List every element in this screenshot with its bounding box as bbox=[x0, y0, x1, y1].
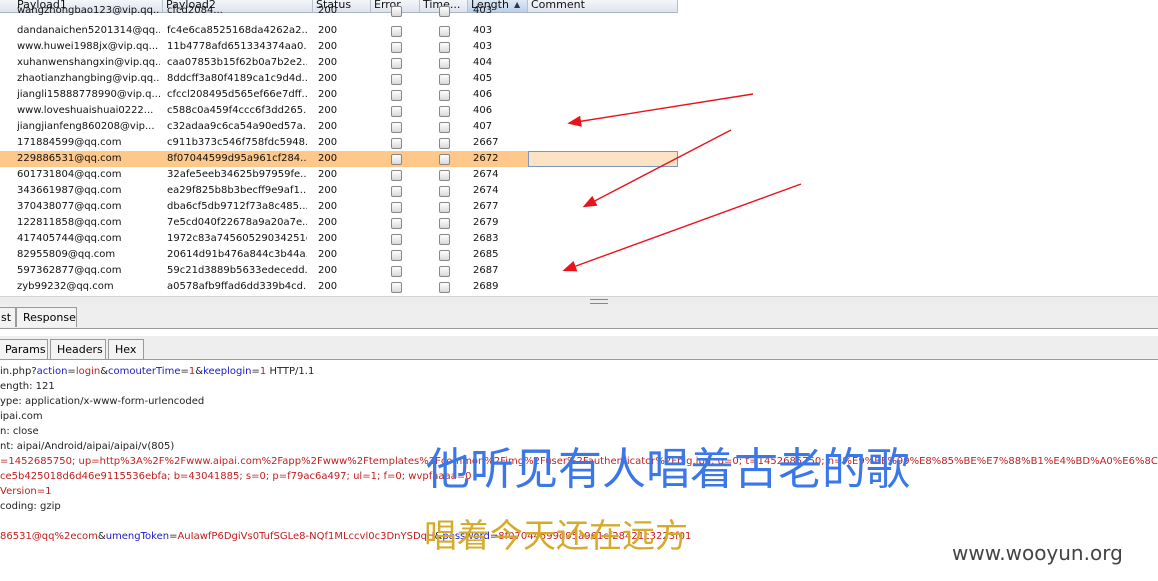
arrow-2 bbox=[582, 129, 732, 208]
param-key: action bbox=[36, 366, 68, 377]
header-connection: n: close bbox=[0, 426, 39, 437]
param-key: umengToken bbox=[105, 531, 170, 542]
param-key: keeplogin bbox=[203, 366, 252, 377]
amp: & bbox=[100, 366, 108, 377]
equals: = bbox=[251, 366, 260, 377]
equals: = bbox=[67, 366, 76, 377]
intruder-results-table: Payload1 Payload2 Status Error Time... L… bbox=[0, 0, 1158, 296]
request-view-tabs: Params Headers Hex bbox=[0, 336, 1158, 360]
annotation-arrows bbox=[562, 93, 802, 272]
tab-params[interactable]: Params bbox=[0, 339, 48, 359]
amp: & bbox=[195, 366, 204, 377]
header-content-length: ength: 121 bbox=[0, 381, 55, 392]
http-version: HTTP/1.1 bbox=[266, 366, 315, 377]
tab-response[interactable]: Response bbox=[16, 307, 77, 327]
tab-headers[interactable]: Headers bbox=[50, 339, 106, 359]
req-path: in.php? bbox=[0, 366, 37, 377]
caption-line-2: 唱着今天还在远方 bbox=[424, 516, 688, 555]
arrow-1 bbox=[567, 93, 754, 127]
param-value: AuIawfP6DgiVs0TufSGLe8-NQf1MLccvl0c3DnYS… bbox=[177, 531, 435, 542]
tab-hex[interactable]: Hex bbox=[108, 339, 144, 359]
equals: = bbox=[180, 366, 189, 377]
arrow-3 bbox=[562, 183, 802, 272]
request-response-tabs: st Response bbox=[0, 304, 1158, 329]
tab-request[interactable]: st bbox=[0, 307, 16, 327]
param-value: 86531@qq%2ecom bbox=[0, 531, 98, 542]
header-content-type: ype: application/x-www-form-urlencoded bbox=[0, 396, 205, 407]
param-key: comouterTime bbox=[108, 366, 181, 377]
header-accept-encoding: coding: gzip bbox=[0, 501, 61, 512]
param-value: login bbox=[75, 366, 101, 377]
amp: & bbox=[97, 531, 106, 542]
header-host: ipai.com bbox=[0, 411, 43, 422]
request-line: in.php?action=login&comouterTime=1&keepl… bbox=[0, 364, 1158, 379]
watermark: www.wooyun.org bbox=[952, 541, 1123, 565]
caption-line-1: 他听见有人唱着古老的歌 bbox=[426, 444, 910, 495]
